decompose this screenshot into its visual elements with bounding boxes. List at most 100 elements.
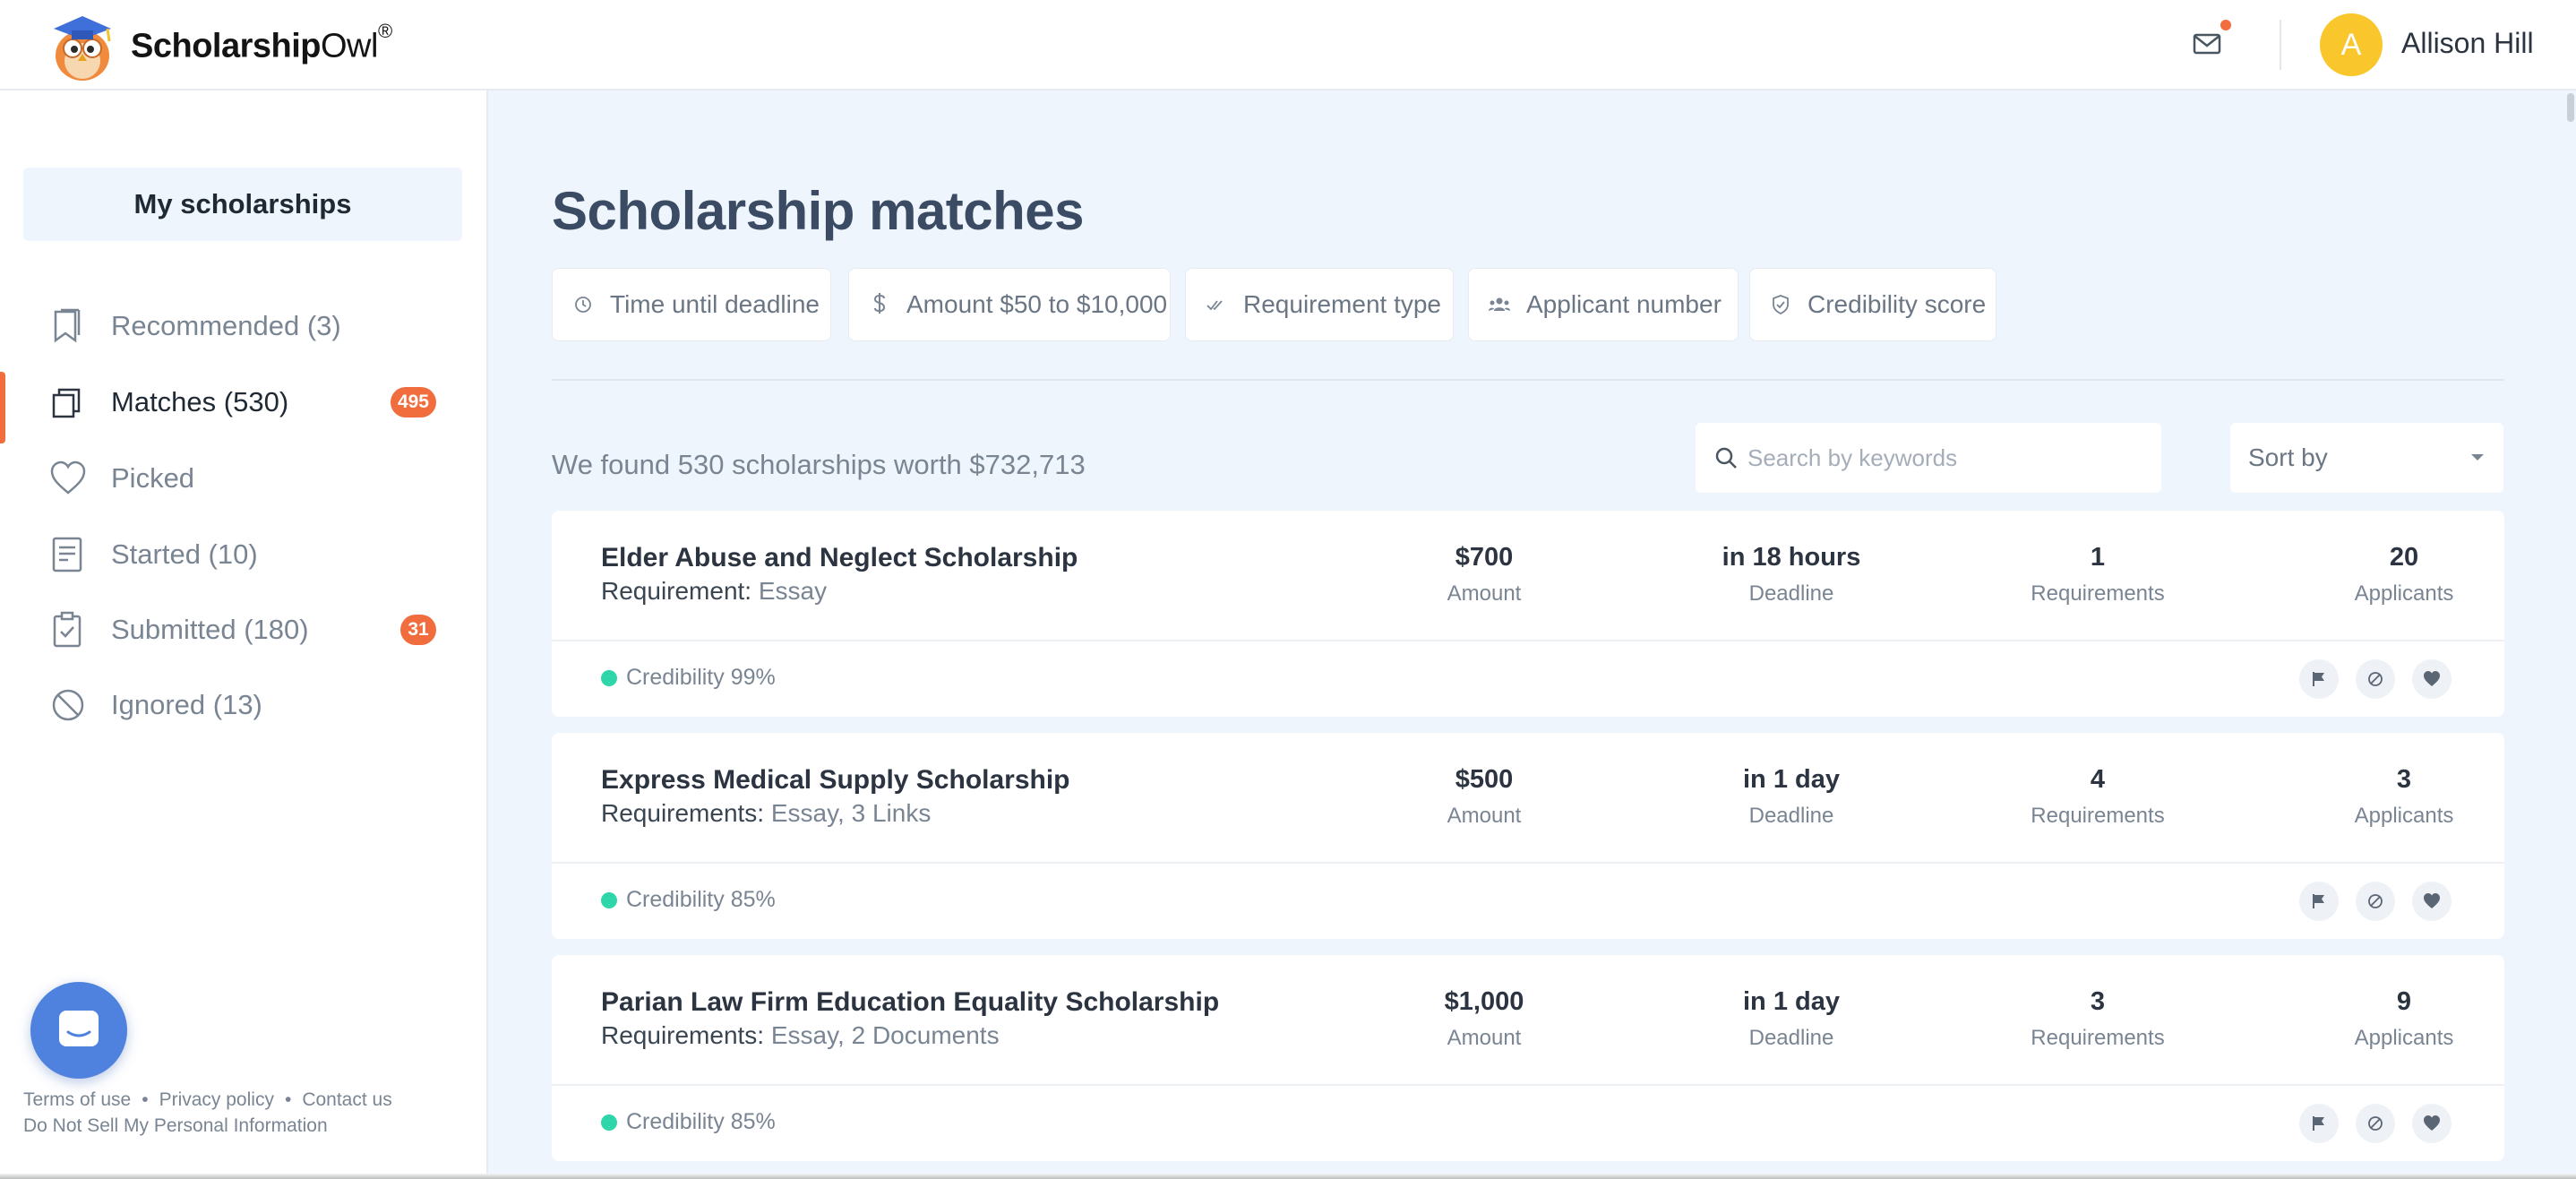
pick-button[interactable] bbox=[2412, 1104, 2451, 1143]
credibility-indicator: Credibility 85% bbox=[601, 887, 776, 913]
header-divider bbox=[2280, 20, 2281, 70]
filter-applicant-number[interactable]: Applicant number bbox=[1468, 268, 1739, 341]
terms-link[interactable]: Terms of use bbox=[23, 1089, 131, 1110]
dollar-icon bbox=[867, 292, 892, 317]
scholarship-title[interactable]: Elder Abuse and Neglect Scholarship bbox=[601, 543, 1078, 573]
credibility-dot bbox=[601, 1114, 617, 1131]
ban-icon bbox=[48, 685, 88, 725]
user-name[interactable]: Allison Hill bbox=[2401, 27, 2534, 60]
stack-icon bbox=[48, 383, 88, 422]
my-scholarships-heading[interactable]: My scholarships bbox=[23, 168, 462, 241]
card-divider bbox=[552, 862, 2504, 864]
credibility-text: Credibility 85% bbox=[626, 1109, 776, 1134]
sidebar-item-recommended[interactable]: Recommended (3) bbox=[0, 290, 488, 362]
scholarship-requirements: Requirement: Essay bbox=[601, 577, 827, 606]
results-summary: We found 530 scholarships worth $732,713 bbox=[552, 449, 1086, 480]
sidebar-item-submitted[interactable]: Submitted (180) 31 bbox=[0, 594, 488, 666]
chat-launcher-button[interactable] bbox=[30, 982, 127, 1079]
filter-amount[interactable]: Amount $50 to $10,000 bbox=[848, 268, 1171, 341]
requirements-count: 4 bbox=[2090, 765, 2106, 794]
logo-registered: ® bbox=[377, 20, 392, 43]
deadline-value: in 18 hours bbox=[1722, 543, 1861, 572]
footer-separator: • bbox=[284, 1089, 292, 1110]
privacy-link[interactable]: Privacy policy bbox=[159, 1089, 274, 1110]
scholarship-title[interactable]: Express Medical Supply Scholarship bbox=[601, 765, 1070, 796]
avatar[interactable]: A bbox=[2320, 13, 2383, 76]
applicants-value: 9 bbox=[2396, 987, 2412, 1016]
pick-button[interactable] bbox=[2412, 882, 2451, 921]
ban-icon bbox=[2368, 1116, 2383, 1131]
sidebar-item-label: Submitted (180) bbox=[111, 614, 309, 645]
amount-label: Amount bbox=[1447, 804, 1522, 828]
requirements-stat: 1 Requirements bbox=[1999, 543, 2196, 607]
sidebar-item-label: Started (10) bbox=[111, 538, 258, 570]
search-box[interactable] bbox=[1696, 423, 2161, 493]
scholarship-card[interactable]: Elder Abuse and Neglect Scholarship Requ… bbox=[552, 511, 2504, 717]
applicants-value: 3 bbox=[2396, 765, 2412, 794]
owl-logo-icon bbox=[47, 11, 118, 82]
double-check-icon bbox=[1204, 292, 1229, 317]
credibility-text: Credibility 85% bbox=[626, 887, 776, 912]
submitted-count-badge: 31 bbox=[400, 615, 436, 645]
filter-label: Applicant number bbox=[1526, 290, 1722, 318]
filter-time-until-deadline[interactable]: Time until deadline bbox=[552, 268, 831, 341]
applicants-label: Applicants bbox=[2354, 1026, 2454, 1050]
filter-credibility-score[interactable]: Credibility score bbox=[1749, 268, 1996, 341]
flag-button[interactable] bbox=[2299, 1104, 2339, 1143]
scholarshipowl-logo[interactable]: ScholarshipOwl® bbox=[47, 11, 392, 82]
requirements-label: Requirements: bbox=[601, 1021, 765, 1049]
sidebar-item-label: Ignored (13) bbox=[111, 689, 262, 720]
scholarship-title[interactable]: Parian Law Firm Education Equality Schol… bbox=[601, 987, 1219, 1018]
heart-icon bbox=[2424, 671, 2440, 686]
mail-icon[interactable] bbox=[2193, 30, 2223, 57]
do-not-sell-link[interactable]: Do Not Sell My Personal Information bbox=[23, 1113, 392, 1139]
logo-brand-light: Owl bbox=[321, 27, 378, 65]
sidebar-item-started[interactable]: Started (10) bbox=[0, 519, 488, 590]
logo-text: ScholarshipOwl® bbox=[131, 20, 392, 66]
deadline-stat: in 1 day Deadline bbox=[1693, 765, 1890, 829]
card-divider bbox=[552, 640, 2504, 641]
scholarship-requirements: Requirements: Essay, 2 Documents bbox=[601, 1021, 1000, 1050]
applicants-stat: 9 Applicants bbox=[2306, 987, 2503, 1051]
pick-button[interactable] bbox=[2412, 659, 2451, 699]
credibility-indicator: Credibility 85% bbox=[601, 1109, 776, 1135]
applicants-label: Applicants bbox=[2354, 804, 2454, 828]
credibility-dot bbox=[601, 669, 617, 686]
deadline-label: Deadline bbox=[1748, 581, 1834, 606]
scholarship-card[interactable]: Express Medical Supply Scholarship Requi… bbox=[552, 733, 2504, 939]
flag-button[interactable] bbox=[2299, 659, 2339, 699]
filter-label: Amount $50 to $10,000 bbox=[906, 290, 1168, 318]
flag-button[interactable] bbox=[2299, 882, 2339, 921]
deadline-label: Deadline bbox=[1748, 1026, 1834, 1050]
applicants-label: Applicants bbox=[2354, 581, 2454, 606]
scrollbar-thumb[interactable] bbox=[2567, 93, 2574, 122]
heart-icon bbox=[2424, 1115, 2440, 1131]
flag-icon bbox=[2313, 894, 2324, 908]
sort-by-dropdown[interactable]: Sort by bbox=[2230, 423, 2503, 493]
credibility-indicator: Credibility 99% bbox=[601, 665, 776, 691]
filter-requirement-type[interactable]: Requirement type bbox=[1185, 268, 1454, 341]
sidebar-item-matches[interactable]: Matches (530) 495 bbox=[0, 366, 488, 443]
requirements-stat: 3 Requirements bbox=[1999, 987, 2196, 1051]
ignore-button[interactable] bbox=[2356, 882, 2395, 921]
people-icon bbox=[1487, 292, 1512, 317]
filter-label: Time until deadline bbox=[610, 290, 820, 318]
search-input[interactable] bbox=[1747, 443, 2142, 472]
requirements-stat: 4 Requirements bbox=[1999, 765, 2196, 829]
scholarship-card[interactable]: Parian Law Firm Education Equality Schol… bbox=[552, 955, 2504, 1161]
top-header: ScholarshipOwl® A Allison Hill bbox=[0, 0, 2576, 90]
requirements-label: Requirements: bbox=[601, 799, 765, 827]
ignore-button[interactable] bbox=[2356, 1104, 2395, 1143]
sidebar-item-ignored[interactable]: Ignored (13) bbox=[0, 669, 488, 741]
amount-stat: $500 Amount bbox=[1386, 765, 1583, 829]
requirements-count-label: Requirements bbox=[2031, 1026, 2165, 1050]
sidebar-item-label: Matches (530) bbox=[111, 386, 289, 417]
notification-dot bbox=[2220, 20, 2231, 30]
flag-icon bbox=[2313, 672, 2324, 686]
sidebar-item-picked[interactable]: Picked bbox=[0, 443, 488, 514]
amount-label: Amount bbox=[1447, 1026, 1522, 1050]
requirements-value: Essay, 2 Documents bbox=[770, 1021, 1000, 1049]
contact-link[interactable]: Contact us bbox=[302, 1089, 391, 1110]
sidebar-item-label: Recommended (3) bbox=[111, 310, 341, 341]
ignore-button[interactable] bbox=[2356, 659, 2395, 699]
